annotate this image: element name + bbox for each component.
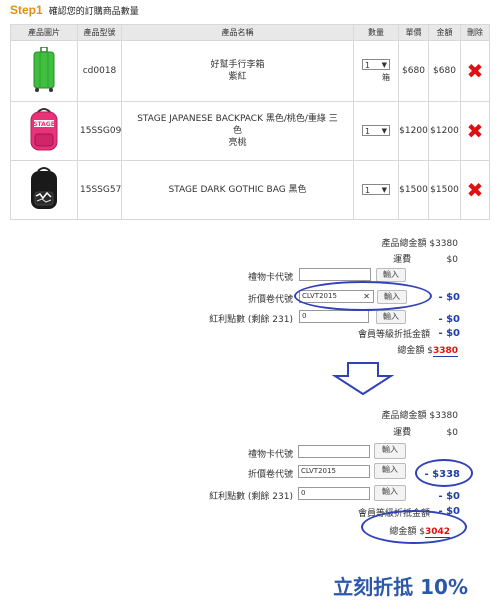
col-header-amount: 金額	[428, 24, 461, 41]
subtotal-label: 產品總金額	[381, 239, 427, 249]
unit-price: $680	[398, 40, 429, 102]
product-variant: 紫紅	[228, 72, 247, 82]
step-number: Step1	[10, 3, 43, 17]
shipping-value: $0	[446, 428, 458, 438]
points-input[interactable]: 0	[298, 487, 370, 500]
col-header-model: 產品型號	[77, 24, 122, 41]
coupon-input[interactable]: CLVT2015	[298, 465, 370, 478]
member-discount: - $0	[438, 328, 460, 339]
table-header-row: 產品圖片 產品型號 產品名稱 數量 單價 金額 刪除	[10, 24, 490, 41]
product-image-cell	[10, 40, 78, 102]
points-discount: - $0	[438, 491, 460, 502]
points-label: 紅利點數 (剩餘 231)	[209, 492, 293, 502]
quantity-select[interactable]: 1 ▼	[362, 59, 390, 70]
col-header-delete: 刪除	[460, 24, 490, 41]
points-discount: - $0	[438, 314, 460, 325]
chevron-down-icon: ▼	[381, 186, 387, 194]
coupon-submit-button[interactable]: 輸入	[374, 463, 406, 479]
unit-price: $1200	[398, 101, 429, 161]
delete-cell: ✖	[460, 160, 490, 220]
chevron-down-icon: ▼	[381, 127, 387, 135]
subtotal-value: $3380	[429, 411, 458, 421]
step-header: Step1 確認您的訂購商品數量	[10, 3, 139, 17]
green-suitcase-image[interactable]	[32, 45, 56, 93]
giftcard-label: 禮物卡代號	[247, 450, 293, 460]
table-row: 15SSG57 STAGE DARK GOTHIC BAG 黑色 1 ▼ $150…	[10, 160, 490, 220]
subtotal-row: 產品總金額 $3380	[381, 408, 458, 421]
qty-cell: 1 ▼	[353, 101, 399, 161]
shipping-value: $0	[446, 255, 458, 265]
subtotal-value: $3380	[429, 239, 458, 249]
points-label: 紅利點數 (剩餘 231)	[209, 315, 293, 325]
points-input[interactable]: 0	[299, 310, 369, 323]
delete-icon[interactable]: ✖	[467, 59, 484, 83]
line-amount: $680	[428, 40, 461, 102]
product-image-cell	[10, 160, 78, 220]
delete-cell: ✖	[460, 40, 490, 102]
product-name-cont: 色	[232, 126, 242, 136]
line-amount: $1200	[428, 101, 461, 161]
shipping-row: 運費 $0	[393, 425, 458, 438]
member-discount-label: 會員等級折抵金額	[357, 330, 430, 340]
qty-cell: 1 ▼	[353, 160, 399, 220]
giftcard-submit-button[interactable]: 輸入	[374, 443, 406, 459]
shipping-label: 運費	[393, 255, 412, 265]
points-submit-button[interactable]: 輸入	[374, 485, 406, 501]
product-name-cell: 好幫手行李箱 紫紅	[121, 40, 354, 102]
giftcard-label: 禮物卡代號	[247, 273, 293, 283]
arrow-down-icon	[332, 362, 394, 396]
product-name-cell: STAGE DARK GOTHIC BAG 黑色	[121, 160, 354, 220]
product-name[interactable]: STAGE JAPANESE BACKPACK 黑色/桃色/重綠 三	[124, 113, 351, 125]
total-value: 3380	[432, 346, 458, 357]
col-header-qty: 數量	[353, 24, 399, 41]
qty-cell: 1 ▼ 箱	[353, 40, 399, 102]
product-model: cd0018	[77, 40, 122, 102]
total-highlight-oval	[361, 510, 467, 544]
coupon-label: 折價卷代號	[247, 295, 293, 305]
giftcard-input[interactable]	[298, 445, 370, 458]
delete-cell: ✖	[460, 101, 490, 161]
discount-callout: 立刻折抵 10%	[333, 575, 468, 599]
chevron-down-icon: ▼	[381, 61, 387, 69]
total-row: 總金額 $3380	[397, 343, 458, 357]
product-variant: 亮桃	[228, 138, 247, 148]
shipping-row: 運費 $0	[393, 252, 458, 265]
points-submit-button[interactable]: 輸入	[376, 310, 406, 324]
cart-table: 產品圖片 產品型號 產品名稱 數量 單價 金額 刪除 cd0018 好幫手行李箱…	[10, 24, 490, 220]
table-row: cd0018 好幫手行李箱 紫紅 1 ▼ 箱 $680 $680 ✖	[10, 40, 490, 102]
giftcard-submit-button[interactable]: 輸入	[376, 268, 406, 282]
discount-highlight-oval	[415, 459, 473, 487]
product-name[interactable]: 好幫手行李箱	[124, 59, 351, 71]
quantity-select[interactable]: 1 ▼	[362, 184, 390, 195]
unit-price: $1500	[398, 160, 429, 220]
coupon-discount: - $0	[438, 292, 460, 303]
table-row: STAGE 15SSG09 STAGE JAPANESE BACKPACK 黑色…	[10, 101, 490, 161]
quantity-select[interactable]: 1 ▼	[362, 125, 390, 136]
shipping-label: 運費	[393, 428, 412, 438]
col-header-price: 單價	[398, 24, 429, 41]
coupon-label: 折價卷代號	[247, 470, 293, 480]
product-name[interactable]: STAGE DARK GOTHIC BAG 黑色	[124, 184, 351, 196]
quantity-unit: 箱	[382, 73, 390, 82]
coupon-highlight-oval	[294, 281, 432, 311]
subtotal-label: 產品總金額	[381, 411, 427, 421]
total-label: 總金額	[397, 346, 425, 356]
delete-icon[interactable]: ✖	[467, 178, 484, 202]
col-header-name: 產品名稱	[121, 24, 354, 41]
delete-icon[interactable]: ✖	[467, 119, 484, 143]
svg-text:STAGE: STAGE	[33, 121, 55, 128]
step-title: 確認您的訂購商品數量	[48, 7, 139, 17]
line-amount: $1500	[428, 160, 461, 220]
pink-backpack-image[interactable]: STAGE	[27, 107, 61, 153]
product-name-cell: STAGE JAPANESE BACKPACK 黑色/桃色/重綠 三 色 亮桃	[121, 101, 354, 161]
product-model: 15SSG09	[77, 101, 122, 161]
subtotal-row: 產品總金額 $3380	[381, 236, 458, 249]
black-backpack-image[interactable]	[27, 166, 61, 212]
product-image-cell: STAGE	[10, 101, 78, 161]
col-header-image: 產品圖片	[10, 24, 78, 41]
product-model: 15SSG57	[77, 160, 122, 220]
giftcard-input[interactable]	[299, 268, 371, 281]
